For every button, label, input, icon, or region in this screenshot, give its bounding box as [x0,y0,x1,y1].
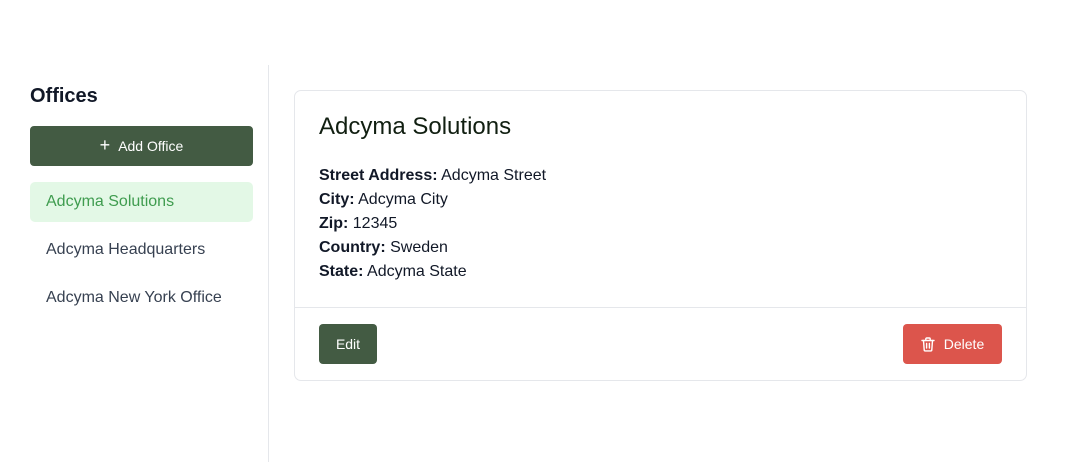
delete-button[interactable]: Delete [903,324,1002,364]
field-label: City: [319,191,355,208]
card-divider [295,307,1026,308]
street-address-row: Street Address: Adcyma Street [319,164,546,188]
state-row: State: Adcyma State [319,260,546,284]
sidebar-title: Offices [30,85,98,107]
country-row: Country: Sweden [319,236,546,260]
office-item-adcyma-solutions[interactable]: Adcyma Solutions [30,182,253,222]
field-value: 12345 [352,215,398,232]
office-title: Adcyma Solutions [319,113,512,140]
office-item-label: Adcyma Headquarters [46,241,206,258]
field-value: Adcyma City [358,191,448,208]
trash-icon [921,336,935,352]
add-office-label: Add Office [118,138,184,154]
field-label: Street Address: [319,167,438,184]
office-item-label: Adcyma New York Office [46,289,222,306]
office-item-label: Adcyma Solutions [46,193,175,210]
office-detail-card: Adcyma Solutions Street Address: Adcyma … [294,90,1027,381]
office-item-adcyma-new-york-office[interactable]: Adcyma New York Office [30,278,253,318]
zip-row: Zip: 12345 [319,212,546,236]
edit-button[interactable]: Edit [319,324,377,364]
offices-sidebar: Offices + Add Office Adcyma Solutions Ad… [0,65,269,462]
field-value: Adcyma State [367,263,467,280]
office-list: Adcyma Solutions Adcyma Headquarters Adc… [30,182,253,326]
field-label: Country: [319,239,386,256]
field-label: State: [319,263,364,280]
field-value: Adcyma Street [441,167,547,184]
page: Offices + Add Office Adcyma Solutions Ad… [0,0,1076,462]
city-row: City: Adcyma City [319,188,546,212]
field-value: Sweden [390,239,448,256]
add-office-button[interactable]: + Add Office [30,126,253,166]
field-label: Zip: [319,215,349,232]
office-details: Street Address: Adcyma Street City: Adcy… [319,164,546,284]
delete-label: Delete [943,336,985,352]
office-item-adcyma-headquarters[interactable]: Adcyma Headquarters [30,230,253,270]
plus-icon: + [99,135,111,155]
